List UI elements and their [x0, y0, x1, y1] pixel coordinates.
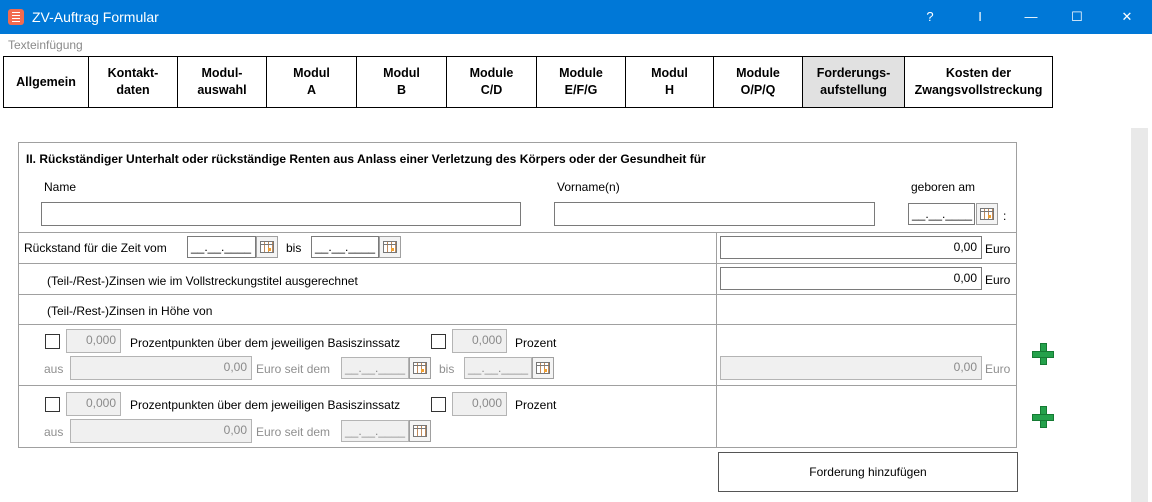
rueckstand-to-calendar-button[interactable] [379, 236, 401, 258]
rueckstand-amount-input[interactable]: 0,00 [720, 236, 982, 259]
row1-bis-calendar-button[interactable] [532, 357, 554, 379]
tab-module-cd[interactable]: Module C/D [446, 56, 537, 108]
row1-aus-input[interactable]: 0,00 [70, 356, 252, 380]
row2-seit-calendar-button[interactable] [409, 420, 431, 442]
colon-label: : [1003, 209, 1007, 223]
divider [18, 232, 1017, 233]
row2-aus-label: aus [44, 425, 64, 439]
tab-modulauswahl[interactable]: Modul- auswahl [177, 56, 267, 108]
divider [18, 385, 1017, 386]
row1-add-plus-icon[interactable] [1031, 342, 1055, 366]
text-cursor-icon: I [978, 9, 982, 24]
row1-seit-date[interactable]: __.__.____ [341, 357, 409, 379]
add-claim-button[interactable]: Forderung hinzufügen [718, 452, 1018, 492]
divider [18, 294, 1017, 295]
tab-modul-b[interactable]: Modul B [356, 56, 447, 108]
zinsen-titel-currency: Euro [985, 273, 1011, 287]
rueckstand-to-date[interactable]: __.__.____ [311, 236, 379, 258]
section-heading: II. Rückständiger Unterhalt oder rückstä… [26, 152, 706, 166]
row1-prozentpunkte-label: Prozentpunkten über dem jeweiligen Basis… [130, 336, 401, 350]
app-form-icon [8, 9, 24, 25]
help-button[interactable]: ? [907, 0, 953, 34]
name-label: Name [44, 180, 77, 194]
row2-seit-date[interactable]: __.__.____ [341, 420, 409, 442]
calendar-icon [413, 425, 427, 437]
window-title: ZV-Auftrag Formular [32, 9, 159, 25]
row2-prozent-label: Prozent [515, 398, 557, 412]
calendar-icon [383, 241, 397, 253]
row2-add-plus-icon[interactable] [1031, 405, 1055, 429]
row1-currency: Euro [985, 362, 1011, 376]
tab-kosten-zwangsvollstreckung[interactable]: Kosten der Zwangsvollstreckung [904, 56, 1053, 108]
menu-texteinfuegung[interactable]: Texteinfügung [8, 38, 83, 52]
maximize-button[interactable]: ☐ [1054, 0, 1100, 34]
vorname-input[interactable] [554, 202, 875, 226]
row1-bis-date[interactable]: __.__.____ [464, 357, 532, 379]
divider [18, 324, 1017, 325]
tab-forderungsaufstellung[interactable]: Forderungs- aufstellung [802, 56, 905, 108]
calendar-icon [413, 362, 427, 374]
row1-amount-input[interactable]: 0,00 [720, 356, 982, 380]
calendar-icon [536, 362, 550, 374]
vertical-scrollbar[interactable] [1131, 128, 1148, 502]
row1-bis-label: bis [439, 362, 455, 376]
zinsen-titel-label: (Teil-/Rest-)Zinsen wie im Vollstreckung… [47, 274, 358, 288]
row2-prozentpunkte-input[interactable]: 0,000 [66, 392, 121, 416]
zinsen-hoehe-label: (Teil-/Rest-)Zinsen in Höhe von [47, 304, 213, 318]
column-divider [716, 232, 717, 447]
geboren-label: geboren am [911, 180, 976, 194]
rueckstand-bis-label: bis [286, 241, 302, 255]
row1-seit-label: Euro seit dem [256, 362, 331, 376]
minimize-button[interactable]: — [1008, 0, 1054, 34]
row2-prozent-checkbox[interactable] [431, 397, 446, 412]
row2-prozent-input[interactable]: 0,000 [452, 392, 507, 416]
geboren-calendar-button[interactable] [976, 203, 998, 225]
row1-prozentpunkte-checkbox[interactable] [45, 334, 60, 349]
tab-modul-h[interactable]: Modul H [625, 56, 714, 108]
geboren-date-input[interactable]: __.__.____ [908, 203, 975, 225]
rueckstand-currency: Euro [985, 242, 1011, 256]
row2-seit-label: Euro seit dem [256, 425, 331, 439]
tab-kontaktdaten[interactable]: Kontakt- daten [88, 56, 178, 108]
tab-module-efg[interactable]: Module E/F/G [536, 56, 626, 108]
rueckstand-from-date[interactable]: __.__.____ [187, 236, 256, 258]
row1-seit-calendar-button[interactable] [409, 357, 431, 379]
zinsen-titel-amount-input[interactable]: 0,00 [720, 267, 982, 290]
row1-prozent-input[interactable]: 0,000 [452, 329, 507, 353]
tab-allgemein[interactable]: Allgemein [3, 56, 89, 108]
row1-prozent-checkbox[interactable] [431, 334, 446, 349]
row2-prozentpunkte-label: Prozentpunkten über dem jeweiligen Basis… [130, 398, 401, 412]
divider [18, 263, 1017, 264]
rueckstand-from-calendar-button[interactable] [256, 236, 278, 258]
title-bar: ZV-Auftrag Formular ? I — ☐ ✕ [0, 0, 1152, 34]
calendar-icon [980, 208, 994, 220]
row2-prozentpunkte-checkbox[interactable] [45, 397, 60, 412]
tab-modul-a[interactable]: Modul A [266, 56, 357, 108]
calendar-icon [260, 241, 274, 253]
rueckstand-label: Rückstand für die Zeit vom [24, 241, 167, 255]
row1-prozentpunkte-input[interactable]: 0,000 [66, 329, 121, 353]
row1-prozent-label: Prozent [515, 336, 557, 350]
tab-module-opq[interactable]: Module O/P/Q [713, 56, 803, 108]
row1-aus-label: aus [44, 362, 64, 376]
close-button[interactable]: ✕ [1104, 0, 1150, 34]
vorname-label: Vorname(n) [557, 180, 620, 194]
row2-aus-input[interactable]: 0,00 [70, 419, 252, 443]
name-input[interactable] [41, 202, 521, 226]
